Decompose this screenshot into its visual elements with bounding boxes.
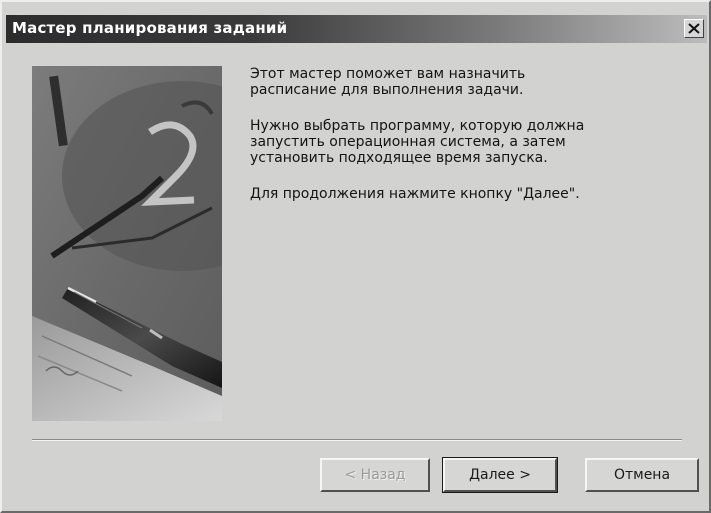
wizard-illustration xyxy=(32,66,222,421)
next-button-label: Далее > xyxy=(469,467,531,483)
continue-paragraph: Для продолжения нажмите кнопку "Далее". xyxy=(250,186,580,202)
title-bar[interactable]: Мастер планирования заданий xyxy=(6,15,707,43)
button-separator xyxy=(32,439,682,441)
intro-paragraph: Этот мастер поможет вам назначить распис… xyxy=(250,66,526,98)
window-title: Мастер планирования заданий xyxy=(12,19,288,37)
close-button[interactable] xyxy=(684,19,704,38)
clock-pen-illustration-icon xyxy=(32,66,222,421)
back-button[interactable]: < Назад xyxy=(320,458,430,492)
scheduled-task-wizard-dialog: Мастер планирования заданий Этот мастер … xyxy=(0,0,711,513)
close-icon xyxy=(688,23,700,34)
cancel-button[interactable]: Отмена xyxy=(585,458,699,492)
wizard-description: Этот мастер поможет вам назначить распис… xyxy=(250,66,670,202)
next-button[interactable]: Далее > xyxy=(442,457,558,493)
instructions-paragraph: Нужно выбрать программу, которую должна … xyxy=(250,118,585,166)
